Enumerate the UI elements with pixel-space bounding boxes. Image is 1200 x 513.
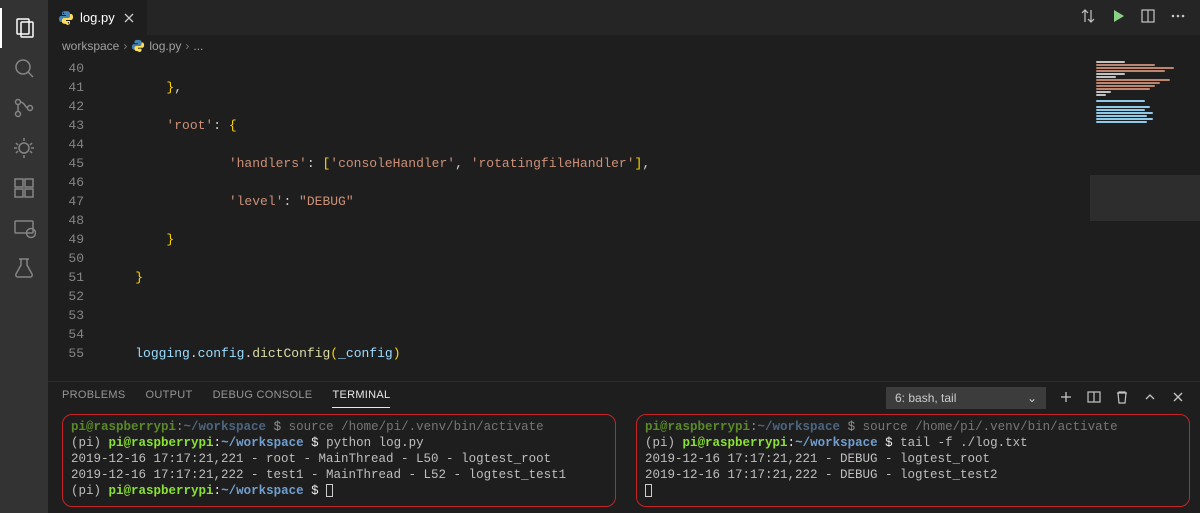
new-terminal-icon[interactable] — [1058, 389, 1074, 408]
tabs: log.py — [48, 0, 148, 35]
code-content[interactable]: }, 'root': { 'handlers': ['consoleHandle… — [104, 57, 1200, 381]
debug-icon[interactable] — [0, 128, 48, 168]
compare-icon[interactable] — [1080, 8, 1096, 27]
panel-tab-debug[interactable]: DEBUG CONSOLE — [213, 389, 313, 408]
remote-icon[interactable] — [0, 208, 48, 248]
terminal-cursor — [326, 484, 333, 497]
tab-log-py[interactable]: log.py — [48, 0, 148, 35]
chevron-right-icon: › — [185, 39, 189, 53]
terminal-cursor — [645, 484, 652, 497]
breadcrumb-root[interactable]: workspace — [62, 39, 119, 53]
minimap-viewport[interactable] — [1090, 175, 1200, 221]
editor-actions — [1080, 0, 1200, 35]
terminal-output-line: 2019-12-16 17:17:21,221 - root - MainThr… — [71, 451, 607, 467]
terminal-output-line: 2019-12-16 17:17:21,222 - test1 - MainTh… — [71, 467, 607, 483]
split-editor-icon[interactable] — [1140, 8, 1156, 27]
panel-tab-problems[interactable]: PROBLEMS — [62, 389, 126, 408]
panel-tabs: PROBLEMS OUTPUT DEBUG CONSOLE TERMINAL 6… — [48, 382, 1200, 414]
split-terminal-icon[interactable] — [1086, 389, 1102, 408]
python-file-icon — [58, 10, 74, 26]
panel-actions: 6: bash, tail ⌄ — [886, 387, 1186, 409]
breadcrumb-file[interactable]: log.py — [149, 39, 181, 53]
panel-tab-terminal[interactable]: TERMINAL — [332, 389, 390, 408]
terminal-selector[interactable]: 6: bash, tail ⌄ — [886, 387, 1046, 409]
breadcrumb[interactable]: workspace › log.py › ... — [48, 35, 1200, 57]
chevron-down-icon: ⌄ — [1027, 391, 1037, 405]
tab-label: log.py — [80, 10, 115, 25]
close-icon[interactable] — [121, 10, 137, 26]
minimap[interactable] — [1090, 57, 1200, 381]
terminal-output-line: 2019-12-16 17:17:21,221 - DEBUG - logtes… — [645, 451, 1181, 467]
breadcrumb-more[interactable]: ... — [193, 39, 203, 53]
activity-bar — [0, 0, 48, 513]
code-editor[interactable]: 40414243 44454647 48495051 52535455 }, '… — [48, 57, 1200, 381]
terminal-selector-label: 6: bash, tail — [895, 391, 956, 405]
terminal-area[interactable]: pi@raspberrypi:~/workspace $ source /hom… — [48, 414, 1200, 513]
line-gutter: 40414243 44454647 48495051 52535455 — [48, 57, 104, 381]
chevron-right-icon: › — [123, 39, 127, 53]
maximize-panel-icon[interactable] — [1142, 389, 1158, 408]
terminal-pane-right[interactable]: pi@raspberrypi:~/workspace $ source /hom… — [636, 414, 1190, 507]
testing-icon[interactable] — [0, 248, 48, 288]
close-panel-icon[interactable] — [1170, 389, 1186, 408]
python-file-icon — [131, 39, 145, 53]
tabs-row: log.py — [48, 0, 1200, 35]
bottom-panel: PROBLEMS OUTPUT DEBUG CONSOLE TERMINAL 6… — [48, 381, 1200, 513]
source-control-icon[interactable] — [0, 88, 48, 128]
kill-terminal-icon[interactable] — [1114, 389, 1130, 408]
extensions-icon[interactable] — [0, 168, 48, 208]
explorer-icon[interactable] — [0, 8, 48, 48]
panel-tab-output[interactable]: OUTPUT — [146, 389, 193, 408]
run-icon[interactable] — [1110, 8, 1126, 27]
search-icon[interactable] — [0, 48, 48, 88]
terminal-pane-left[interactable]: pi@raspberrypi:~/workspace $ source /hom… — [62, 414, 616, 507]
main-area: log.py workspace › log.py › ... 40414243… — [48, 0, 1200, 513]
more-icon[interactable] — [1170, 8, 1186, 27]
terminal-output-line: 2019-12-16 17:17:21,222 - DEBUG - logtes… — [645, 467, 1181, 483]
